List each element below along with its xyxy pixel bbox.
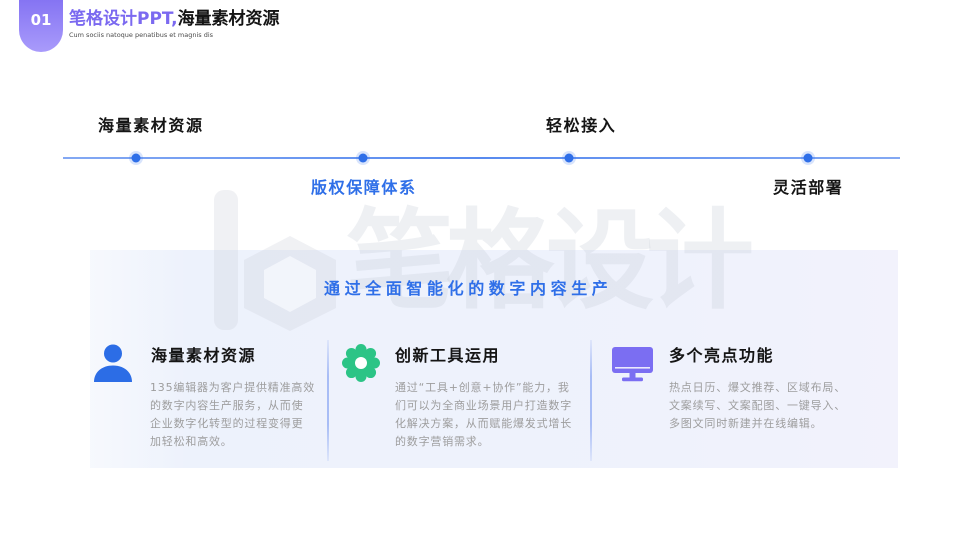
feature-description-line: 化解决方案，从而赋能爆发式增长 — [395, 417, 572, 430]
section-number-badge: 01 — [19, 0, 63, 52]
feature-description-line: 135编辑器为客户提供精准高效 — [150, 381, 315, 394]
timeline-label: 轻松接入 — [546, 116, 617, 135]
slide: 01 笔格设计PPT,海量素材资源 Cum sociis natoque pen… — [0, 0, 960, 540]
feature-description-line: 多图文同时新建并在线编辑。 — [669, 417, 823, 430]
panel-heading: 通过全面智能化的数字内容生产 — [324, 279, 613, 298]
feature-description-line: 们可以为全商业场景用户打造数字 — [395, 399, 572, 412]
section-number: 01 — [30, 11, 52, 29]
monitor-icon — [612, 347, 653, 382]
feature-description: 135编辑器为客户提供精准高效 的数字内容生产服务，从而使 企业数字化转型的过程… — [150, 379, 315, 451]
timeline-label: 灵活部署 — [773, 178, 844, 197]
feature-description-line: 的数字内容生产服务，从而使 — [150, 399, 304, 412]
column-divider — [590, 340, 592, 461]
timeline-dot — [131, 153, 141, 163]
column-divider — [327, 340, 329, 461]
slide-title-accent: 笔格设计PPT, — [69, 9, 178, 29]
timeline-dot — [358, 153, 368, 163]
timeline-axis — [63, 157, 900, 159]
watermark-text: 笔格设计 — [346, 199, 754, 324]
timeline-dot — [564, 153, 574, 163]
feature-description: 热点日历、爆文推荐、区域布局、 文案续写、文案配图、一键导入、 多图文同时新建并… — [669, 379, 846, 433]
feature-description-line: 通过“工具+创意+协作”能力，我 — [395, 381, 570, 394]
feature-title: 创新工具运用 — [395, 346, 501, 365]
feature-title: 多个亮点功能 — [669, 346, 775, 365]
timeline-dot — [803, 153, 813, 163]
feature-description-line: 企业数字化转型的过程变得更 — [150, 417, 304, 430]
feature-description-line: 加轻松和高效。 — [150, 435, 233, 448]
slide-title-main: 海量素材资源 — [177, 9, 280, 29]
feature-title: 海量素材资源 — [151, 346, 257, 365]
slide-subtitle: Cum sociis natoque penatibus et magnis d… — [69, 31, 214, 39]
timeline-label: 海量素材资源 — [98, 116, 204, 135]
gear-icon — [342, 344, 380, 382]
feature-description-line: 热点日历、爆文推荐、区域布局、 — [669, 381, 846, 394]
slide-title: 笔格设计PPT,海量素材资源 — [69, 9, 280, 29]
feature-description-line: 文案续写、文案配图、一键导入、 — [669, 399, 846, 412]
watermark-logo — [214, 190, 336, 331]
feature-description: 通过“工具+创意+协作”能力，我 们可以为全商业场景用户打造数字 化解决方案，从… — [395, 379, 572, 451]
feature-description-line: 的数字营销需求。 — [395, 435, 490, 448]
user-icon — [94, 344, 132, 382]
